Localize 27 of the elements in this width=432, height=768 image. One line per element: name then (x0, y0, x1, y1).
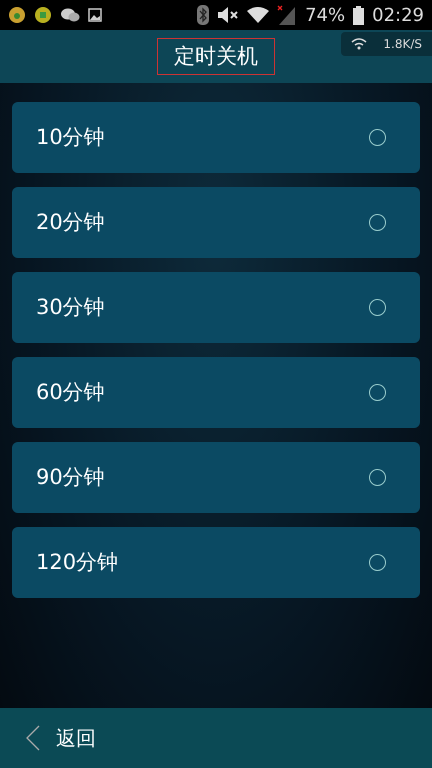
back-button[interactable]: 返回 (20, 722, 102, 754)
battery-text: 74% (305, 4, 346, 28)
radio-button[interactable] (369, 214, 386, 231)
radio-button[interactable] (369, 469, 386, 486)
timer-option[interactable]: 10分钟 (12, 102, 420, 173)
chat-icon (60, 7, 80, 23)
wifi-icon (247, 6, 270, 24)
battery-icon (353, 6, 364, 24)
app-icon (8, 6, 26, 24)
wifi-icon (351, 38, 368, 50)
screen-title: 定时关机 (157, 38, 275, 76)
signal-icon (277, 5, 298, 25)
mute-icon (217, 6, 240, 24)
bluetooth-icon (197, 5, 210, 25)
app-icon (34, 6, 52, 24)
radio-button[interactable] (369, 299, 386, 316)
timer-option[interactable]: 20分钟 (12, 187, 420, 258)
timer-option[interactable]: 60分钟 (12, 357, 420, 428)
radio-button[interactable] (369, 554, 386, 571)
radio-button[interactable] (369, 384, 386, 401)
clock-text: 02:29 (372, 4, 424, 28)
timer-option[interactable]: 90分钟 (12, 442, 420, 513)
radio-button[interactable] (369, 129, 386, 146)
image-icon (88, 8, 102, 22)
speed-text: 1.8K/S (383, 36, 422, 53)
timer-option[interactable]: 30分钟 (12, 272, 420, 343)
timer-option[interactable]: 120分钟 (12, 527, 420, 598)
